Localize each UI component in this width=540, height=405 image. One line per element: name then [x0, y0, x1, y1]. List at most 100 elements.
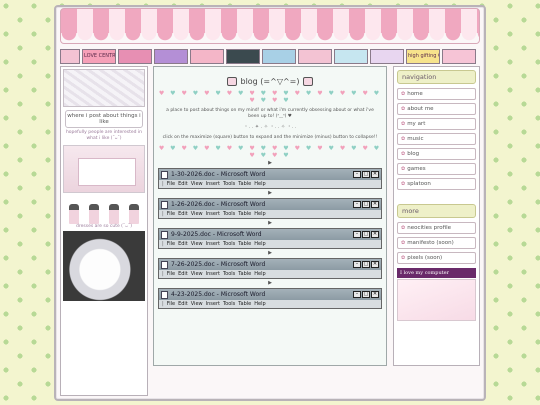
menu-item[interactable]: Insert [206, 240, 220, 248]
menu-item[interactable]: File [167, 300, 175, 308]
nav-item-label: home [407, 91, 423, 97]
maximize-button[interactable]: □ [362, 201, 370, 208]
menu-item[interactable]: Insert [206, 300, 220, 308]
recommendations-box[interactable]: where i post about things i like [65, 110, 143, 128]
menu-item[interactable]: Tools [223, 270, 235, 278]
nav-item-games[interactable]: ✿ games [397, 163, 476, 175]
post-window: 1-30-2026.doc - Microsoft Word – □ ✕ | F… [158, 168, 382, 189]
menu-item[interactable]: File [167, 180, 175, 188]
nav-item-music[interactable]: ✿ music [397, 133, 476, 145]
menu-item[interactable]: Insert [206, 180, 220, 188]
nav-item-blog[interactable]: ✿ blog [397, 148, 476, 160]
menu-item[interactable]: Tools [223, 240, 235, 248]
menu-item[interactable]: View [191, 270, 203, 278]
awning-scallop-edge [61, 33, 479, 43]
user-icon: ✿ [401, 106, 406, 112]
menu-item[interactable]: Table [238, 210, 251, 218]
nav-item-manifesto[interactable]: ✿ manifesto (soon) [397, 237, 476, 249]
window-controls: – □ ✕ [353, 261, 379, 268]
post-menu-bar: | File Edit View Insert Tools Table Help [159, 180, 381, 188]
site-button-6[interactable] [262, 49, 296, 64]
site-button-0[interactable] [60, 49, 80, 64]
squid-icon: ✿ [401, 181, 406, 187]
maximize-button[interactable]: □ [362, 291, 370, 298]
menu-item[interactable]: File [167, 240, 175, 248]
menu-item[interactable]: Help [254, 300, 265, 308]
menu-item[interactable]: Edit [178, 210, 188, 218]
game-icon: ✿ [401, 166, 406, 172]
brush-icon: ✿ [401, 121, 406, 127]
menu-item[interactable]: Help [254, 210, 265, 218]
menu-item[interactable]: Edit [178, 300, 188, 308]
menu-item[interactable]: Table [238, 300, 251, 308]
site-button-9[interactable] [370, 49, 404, 64]
close-button[interactable]: ✕ [371, 171, 379, 178]
post-expand-arrow[interactable]: ▶ [154, 279, 386, 287]
menu-item[interactable]: File [167, 210, 175, 218]
post-window-titlebar: 1-30-2026.doc - Microsoft Word – □ ✕ [159, 169, 381, 180]
nav-item-my[interactable]: ✿ my art [397, 118, 476, 130]
site-button-3[interactable] [154, 49, 188, 64]
close-button[interactable]: ✕ [371, 201, 379, 208]
left-sidebar: where i post about things i like hopeful… [60, 66, 148, 396]
site-button-8[interactable] [334, 49, 368, 64]
maximize-button[interactable]: □ [362, 231, 370, 238]
site-button-11[interactable] [442, 49, 476, 64]
menu-item[interactable]: View [191, 300, 203, 308]
site-button-2[interactable] [118, 49, 152, 64]
sparkle-divider: ・. . ✦ . ✧ ・. . ✧ ・. . [243, 124, 297, 130]
post-expand-arrow[interactable]: ▶ [154, 219, 386, 227]
post-expand-arrow[interactable]: ▶ [154, 189, 386, 197]
close-button[interactable]: ✕ [371, 261, 379, 268]
profile-icon: ✿ [401, 225, 406, 231]
nav-item-home[interactable]: ✿ home [397, 88, 476, 100]
menu-item[interactable]: Edit [178, 180, 188, 188]
post-expand-arrow[interactable]: ▶ [154, 249, 386, 257]
site-button-1[interactable]: LOVE CENTRAL [82, 49, 116, 64]
pen-icon: ✿ [401, 151, 406, 157]
recommendations-title: where i post about things i like [67, 113, 141, 125]
menu-item[interactable]: View [191, 240, 203, 248]
nav-item-splatoon[interactable]: ✿ splatoon [397, 178, 476, 190]
nav-item-pixels[interactable]: ✿ pixels (soon) [397, 252, 476, 264]
post-expand-arrow[interactable]: ▶ [154, 159, 386, 167]
menu-item[interactable]: Table [238, 180, 251, 188]
site-button-10[interactable]: high gifting CSS apply [406, 49, 440, 64]
menu-item: | [162, 301, 164, 307]
maximize-button[interactable]: □ [362, 261, 370, 268]
minimize-button[interactable]: – [353, 261, 361, 268]
post-window-titlebar: 9-9-2025.doc - Microsoft Word – □ ✕ [159, 229, 381, 240]
close-button[interactable]: ✕ [371, 291, 379, 298]
menu-item[interactable]: Tools [223, 210, 235, 218]
dress-icon [89, 204, 99, 224]
post-title: 1-30-2026.doc - Microsoft Word [171, 171, 266, 178]
menu-item[interactable]: File [167, 270, 175, 278]
menu-item[interactable]: Help [254, 270, 265, 278]
menu-item[interactable]: Help [254, 240, 265, 248]
nav-item-neocities[interactable]: ✿ neocities profile [397, 222, 476, 234]
menu-item[interactable]: Table [238, 270, 251, 278]
nav-item-about[interactable]: ✿ about me [397, 103, 476, 115]
menu-item[interactable]: Table [238, 240, 251, 248]
minimize-button[interactable]: – [353, 291, 361, 298]
menu-item[interactable]: Insert [206, 270, 220, 278]
close-button[interactable]: ✕ [371, 231, 379, 238]
menu-item[interactable]: Tools [223, 180, 235, 188]
menu-item[interactable]: Edit [178, 240, 188, 248]
menu-item[interactable]: Help [254, 180, 265, 188]
site-button-7[interactable] [298, 49, 332, 64]
menu-item[interactable]: Insert [206, 210, 220, 218]
minimize-button[interactable]: – [353, 171, 361, 178]
maximize-button[interactable]: □ [362, 171, 370, 178]
i-love-my-computer-sticker: I love my computer [397, 268, 476, 278]
window-controls: – □ ✕ [353, 231, 379, 238]
minimize-button[interactable]: – [353, 231, 361, 238]
site-button-5[interactable] [226, 49, 260, 64]
menu-item[interactable]: View [191, 180, 203, 188]
menu-item[interactable]: Edit [178, 270, 188, 278]
menu-item[interactable]: Tools [223, 300, 235, 308]
menu-item[interactable]: View [191, 210, 203, 218]
post-window: 1-26-2026.doc - Microsoft Word – □ ✕ | F… [158, 198, 382, 219]
minimize-button[interactable]: – [353, 201, 361, 208]
site-button-4[interactable] [190, 49, 224, 64]
